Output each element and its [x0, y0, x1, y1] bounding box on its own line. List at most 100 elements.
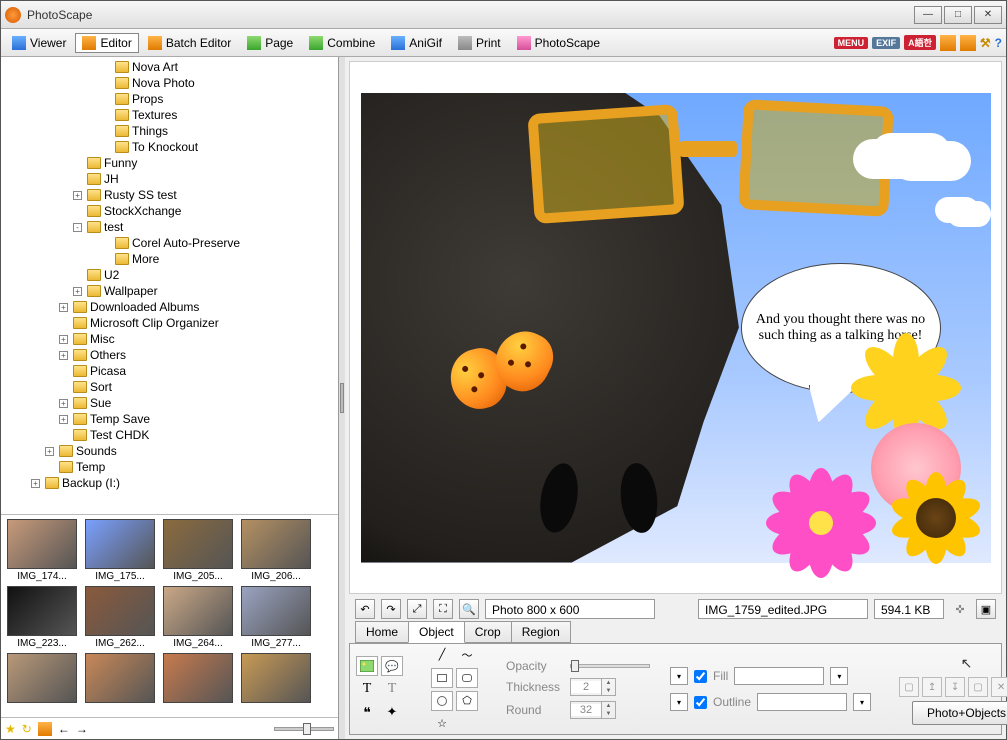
outline-style-dropdown[interactable]: ▾	[670, 693, 688, 711]
outline-checkbox[interactable]	[694, 696, 707, 709]
zoom-button[interactable]: 🔍	[459, 599, 479, 619]
layer-icon-1[interactable]: ▢	[899, 677, 919, 697]
bring-front-icon[interactable]: ↥	[922, 677, 942, 697]
text-tool[interactable]: T	[356, 679, 378, 699]
thumbnail[interactable]	[83, 653, 157, 705]
thumbnail[interactable]: IMG_206...	[239, 519, 313, 582]
help-icon[interactable]: ?	[995, 36, 1002, 50]
expand-icon[interactable]: +	[59, 335, 68, 344]
tree-item[interactable]: Things	[1, 123, 338, 139]
folder-tree[interactable]: Nova ArtNova PhotoPropsTexturesThingsTo …	[1, 57, 338, 514]
thumbnail[interactable]: IMG_277...	[239, 586, 313, 649]
actual-size-button[interactable]: ⛶	[433, 599, 453, 619]
round-input[interactable]	[571, 704, 601, 716]
tree-item[interactable]: +Wallpaper	[1, 283, 338, 299]
tree-item[interactable]: +Sue	[1, 395, 338, 411]
star-icon[interactable]: ★	[5, 722, 16, 736]
expand-icon[interactable]: -	[73, 223, 82, 232]
close-button[interactable]: ✕	[974, 6, 1002, 24]
settings-icon[interactable]: ⚒	[980, 36, 991, 50]
expand-icon[interactable]: +	[59, 415, 68, 424]
tree-item[interactable]: -test	[1, 219, 338, 235]
fill-style-dropdown[interactable]: ▾	[670, 667, 688, 685]
delete-object-icon[interactable]: ✕	[991, 677, 1007, 697]
thickness-input[interactable]	[571, 681, 601, 693]
folder-icon[interactable]	[38, 722, 52, 736]
redo-button[interactable]: ↷	[381, 599, 401, 619]
expand-icon[interactable]: +	[31, 479, 40, 488]
refresh-icon[interactable]: ↻	[22, 722, 32, 736]
lang-badge[interactable]: A語한	[904, 35, 936, 50]
tree-item[interactable]: Nova Photo	[1, 75, 338, 91]
expand-icon[interactable]: +	[59, 399, 68, 408]
thumbnail[interactable]: IMG_264...	[161, 586, 235, 649]
tree-item[interactable]: +Rusty SS test	[1, 187, 338, 203]
thumbnail[interactable]: IMG_175...	[83, 519, 157, 582]
maximize-button[interactable]: □	[944, 6, 972, 24]
thickness-spinner[interactable]: ▲▼	[570, 678, 616, 696]
tree-item[interactable]: +Downloaded Albums	[1, 299, 338, 315]
menu-badge[interactable]: MENU	[834, 37, 869, 49]
expand-icon[interactable]: +	[59, 303, 68, 312]
tab-anigif[interactable]: AniGif	[384, 33, 449, 53]
tree-item[interactable]: Sort	[1, 379, 338, 395]
tree-item[interactable]: +Sounds	[1, 443, 338, 459]
fill-color-dropdown[interactable]: ▾	[830, 667, 848, 685]
layer-icon-4[interactable]: ▢	[968, 677, 988, 697]
outline-color-dropdown[interactable]: ▾	[853, 693, 871, 711]
tab-print[interactable]: Print	[451, 33, 508, 53]
symbol-tool[interactable]: ✦	[381, 702, 403, 722]
tab-page[interactable]: Page	[240, 33, 300, 53]
tree-item[interactable]: +Backup (I:)	[1, 475, 338, 491]
tree-item[interactable]: Funny	[1, 155, 338, 171]
outline-color[interactable]	[757, 693, 847, 711]
speech-bubble-tool[interactable]: 💬	[381, 656, 403, 676]
image-tool[interactable]	[356, 656, 378, 676]
tree-item[interactable]: Props	[1, 91, 338, 107]
line-tool[interactable]: ╱	[431, 645, 453, 665]
tab-combine[interactable]: Combine	[302, 33, 382, 53]
freehand-tool[interactable]: 〜	[456, 645, 478, 665]
tree-item[interactable]: Microsoft Clip Organizer	[1, 315, 338, 331]
tree-item[interactable]: Test CHDK	[1, 427, 338, 443]
thumb-size-slider[interactable]	[274, 727, 334, 731]
tab-photoscape[interactable]: PhotoScape	[510, 33, 607, 53]
star-tool[interactable]: ☆	[431, 714, 453, 734]
tree-item[interactable]: More	[1, 251, 338, 267]
open-external-button[interactable]: ▣	[976, 599, 996, 619]
pointer-tool[interactable]: ↖	[957, 653, 977, 673]
polygon-tool[interactable]: ⬠	[456, 691, 478, 711]
tab-crop[interactable]: Crop	[464, 621, 512, 643]
expand-icon[interactable]: +	[59, 351, 68, 360]
rich-text-tool[interactable]: T	[381, 679, 403, 699]
fill-color[interactable]	[734, 667, 824, 685]
quote-tool[interactable]: ❝	[356, 702, 378, 722]
tab-editor[interactable]: Editor	[75, 33, 138, 53]
toolbar-icon-2[interactable]	[960, 35, 976, 51]
tree-item[interactable]: Picasa	[1, 363, 338, 379]
photo-objects-button[interactable]: Photo+Objects	[912, 701, 1007, 725]
tree-item[interactable]: +Temp Save	[1, 411, 338, 427]
expand-icon[interactable]: +	[73, 191, 82, 200]
tree-item[interactable]: Textures	[1, 107, 338, 123]
rect-tool[interactable]	[431, 668, 453, 688]
circle-tool[interactable]	[431, 691, 453, 711]
thumbnail[interactable]: IMG_223...	[5, 586, 79, 649]
fit-button[interactable]: ⤢	[407, 599, 427, 619]
opacity-slider[interactable]	[570, 664, 650, 668]
thumbnail[interactable]	[239, 653, 313, 705]
roundrect-tool[interactable]	[456, 668, 478, 688]
tree-item[interactable]: U2	[1, 267, 338, 283]
fill-checkbox[interactable]	[694, 670, 707, 683]
send-back-icon[interactable]: ↧	[945, 677, 965, 697]
expand-icon[interactable]: +	[45, 447, 54, 456]
tab-object[interactable]: Object	[408, 621, 465, 643]
thumbnail[interactable]: IMG_262...	[83, 586, 157, 649]
tree-item[interactable]: +Misc	[1, 331, 338, 347]
thumbnail[interactable]: IMG_205...	[161, 519, 235, 582]
round-spinner[interactable]: ▲▼	[570, 701, 616, 719]
tree-item[interactable]: Temp	[1, 459, 338, 475]
thumbnail[interactable]: IMG_174...	[5, 519, 79, 582]
minimize-button[interactable]: —	[914, 6, 942, 24]
tab-region[interactable]: Region	[511, 621, 571, 643]
